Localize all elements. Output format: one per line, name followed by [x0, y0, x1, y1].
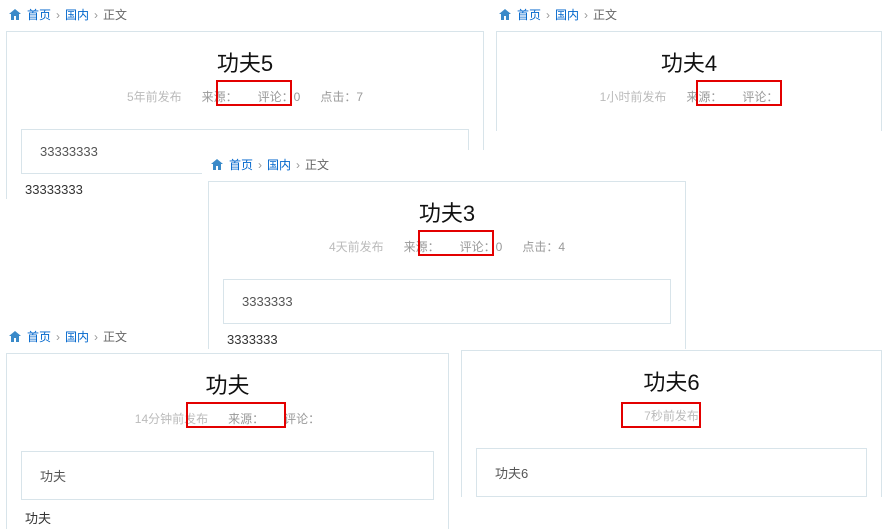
publish-time: 14分钟前发布: [135, 410, 208, 427]
breadcrumb-category[interactable]: 国内: [65, 6, 89, 23]
article-plain: 3333333: [223, 330, 671, 349]
comments: 评论：0: [460, 238, 503, 255]
chevron-right-icon: ›: [56, 330, 60, 344]
breadcrumb-category[interactable]: 国内: [267, 156, 291, 173]
chevron-right-icon: ›: [546, 8, 550, 22]
chevron-right-icon: ›: [94, 8, 98, 22]
chevron-right-icon: ›: [56, 8, 60, 22]
article-title: 功夫5: [17, 46, 473, 78]
breadcrumb: 首页 › 国内 › 正文: [0, 0, 490, 29]
home-icon: [8, 331, 22, 343]
breadcrumb-home[interactable]: 首页: [27, 328, 51, 345]
chevron-right-icon: ›: [296, 158, 300, 172]
article-preview: 功夫6: [476, 448, 867, 497]
comments-label: 评论：: [284, 410, 320, 427]
source-label: 来源：: [686, 88, 722, 105]
breadcrumb-current: 正文: [103, 6, 127, 23]
breadcrumb-current: 正文: [305, 156, 329, 173]
comments-label: 评论：: [742, 88, 778, 105]
breadcrumb-home[interactable]: 首页: [517, 6, 541, 23]
article-meta: 5年前发布 来源： 评论：0 点击：7: [17, 88, 473, 105]
article-plain: 功夫: [21, 506, 434, 529]
source-label: 来源：: [228, 410, 264, 427]
comments: 评论：0: [258, 88, 301, 105]
publish-time: 1小时前发布: [600, 88, 667, 105]
chevron-right-icon: ›: [584, 8, 588, 22]
chevron-right-icon: ›: [258, 158, 262, 172]
article-title: 功夫: [17, 368, 438, 400]
article-meta: 14分钟前发布 来源： 评论：: [17, 410, 438, 427]
breadcrumb-home[interactable]: 首页: [229, 156, 253, 173]
clicks: 点击：7: [320, 88, 363, 105]
source-label: 来源：: [202, 88, 238, 105]
article-title: 功夫3: [219, 196, 675, 228]
article-container: 功夫 14分钟前发布 来源： 评论： 功夫 功夫: [6, 353, 449, 529]
publish-time: 7秒前发布: [644, 407, 699, 424]
article-meta: 1小时前发布 来源： 评论：: [507, 88, 871, 105]
article-meta: 7秒前发布: [472, 407, 871, 424]
publish-time: 4天前发布: [329, 238, 384, 255]
breadcrumb-current: 正文: [103, 328, 127, 345]
article-container: 功夫6 7秒前发布 功夫6: [461, 350, 882, 497]
home-icon: [498, 9, 512, 21]
breadcrumb-category[interactable]: 国内: [65, 328, 89, 345]
article-preview: 3333333: [223, 279, 671, 324]
breadcrumb-home[interactable]: 首页: [27, 6, 51, 23]
publish-time: 5年前发布: [127, 88, 182, 105]
chevron-right-icon: ›: [94, 330, 98, 344]
breadcrumb-current: 正文: [593, 6, 617, 23]
breadcrumb: 首页 › 国内 › 正文: [202, 150, 692, 179]
home-icon: [8, 9, 22, 21]
source-label: 来源：: [404, 238, 440, 255]
breadcrumb-category[interactable]: 国内: [555, 6, 579, 23]
article-title: 功夫4: [507, 46, 871, 78]
home-icon: [210, 159, 224, 171]
article-meta: 4天前发布 来源： 评论：0 点击：4: [219, 238, 675, 255]
article-preview: 功夫: [21, 451, 434, 500]
article-container: 功夫3 4天前发布 来源： 评论：0 点击：4 3333333 3333333: [208, 181, 686, 349]
article-title: 功夫6: [472, 365, 871, 397]
clicks: 点击：4: [522, 238, 565, 255]
article-container: 功夫4 1小时前发布 来源： 评论：: [496, 31, 882, 131]
breadcrumb: 首页 › 国内 › 正文: [490, 0, 888, 29]
